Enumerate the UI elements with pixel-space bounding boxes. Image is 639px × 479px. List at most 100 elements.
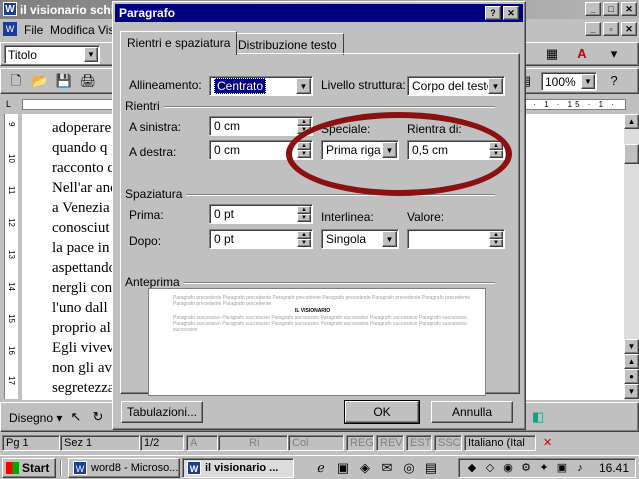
status-at: A xyxy=(186,435,218,451)
word-app-icon[interactable]: W xyxy=(3,2,17,16)
font-color-icon[interactable]: ▾ xyxy=(605,45,623,63)
status-est[interactable]: EST xyxy=(406,435,432,451)
next-page-icon[interactable]: ▼ xyxy=(624,384,639,399)
highlight-icon[interactable]: A xyxy=(573,45,591,63)
spin-down-icon[interactable]: ▼ xyxy=(297,239,311,247)
outlook-icon[interactable]: ✉ xyxy=(378,459,396,477)
document-icon[interactable]: W xyxy=(3,22,17,36)
spin-up-icon[interactable]: ▲ xyxy=(489,142,503,150)
print-icon[interactable]: 🖨 xyxy=(79,72,97,90)
scroll-up-icon[interactable]: ▲ xyxy=(624,114,639,129)
drawing-menu-button[interactable]: Disegno ▾ xyxy=(9,411,62,425)
vruler-mark: 17 xyxy=(7,376,16,385)
spin-up-icon[interactable]: ▲ xyxy=(297,206,311,214)
minimize-icon[interactable]: _ xyxy=(585,2,601,16)
start-button[interactable]: Start xyxy=(2,458,56,478)
zoom-combo[interactable]: 100% ▼ xyxy=(541,72,597,91)
new-doc-icon[interactable]: 🗋 xyxy=(7,72,25,90)
task-visionario[interactable]: Wil visionario ... xyxy=(182,458,294,478)
tab-selector-icon[interactable]: L xyxy=(6,99,18,111)
vertical-scrollbar[interactable]: ▲ ▼ ▲ ● ▼ xyxy=(624,114,639,400)
menu-modifica[interactable]: Modifica xyxy=(50,23,95,37)
tray-icon[interactable]: ◉ xyxy=(499,459,517,477)
allineamento-select[interactable]: Centrato ▼ xyxy=(209,76,313,96)
chevron-down-icon[interactable]: ▼ xyxy=(296,78,311,94)
tab-distribuzione-testo[interactable]: Distribuzione testo xyxy=(231,33,344,55)
speciale-label: Speciale: xyxy=(321,122,371,136)
chevron-down-icon[interactable]: ▼ xyxy=(382,231,397,247)
close-icon[interactable]: ✕ xyxy=(503,6,519,20)
status-section: Sez 1 xyxy=(60,435,140,451)
menu-file[interactable]: File xyxy=(24,23,43,37)
valore-input[interactable]: ▲ ▼ xyxy=(407,229,505,249)
allineamento-label: Allineamento: xyxy=(129,78,202,92)
spin-down-icon[interactable]: ▼ xyxy=(489,150,503,158)
spelling-status-icon[interactable]: ✕ xyxy=(540,435,566,451)
destra-label: A destra: xyxy=(129,145,177,159)
volume-icon[interactable]: ♪ xyxy=(571,459,589,477)
dialog-title-bar[interactable]: Paragrafo ? ✕ xyxy=(115,4,523,22)
spin-up-icon[interactable]: ▲ xyxy=(297,142,311,150)
tray-icon[interactable]: ⚙ xyxy=(517,459,535,477)
spin-down-icon[interactable]: ▼ xyxy=(297,214,311,222)
ok-button[interactable]: OK xyxy=(344,400,420,424)
task-word8[interactable]: Wword8 - Microso... xyxy=(68,458,180,478)
doc-restore-icon[interactable]: ▫ xyxy=(603,22,619,36)
close-icon[interactable]: ✕ xyxy=(621,2,637,16)
prima-input[interactable]: 0 pt ▲ ▼ xyxy=(209,204,313,224)
spin-up-icon[interactable]: ▲ xyxy=(489,231,503,239)
maximize-icon[interactable]: □ xyxy=(603,2,619,16)
quicklaunch-icon[interactable]: ◎ xyxy=(400,459,418,477)
chevron-down-icon[interactable]: ▼ xyxy=(488,78,503,94)
spin-up-icon[interactable]: ▲ xyxy=(297,231,311,239)
status-language[interactable]: Italiano (Ital xyxy=(464,435,536,451)
speciale-select[interactable]: Prima riga ▼ xyxy=(321,140,399,160)
3d-icon[interactable]: ◧ xyxy=(529,408,547,426)
chevron-down-icon[interactable]: ▼ xyxy=(84,47,98,62)
chevron-down-icon[interactable]: ▼ xyxy=(382,142,397,158)
desktop-icon[interactable]: ▣ xyxy=(334,459,352,477)
select-objects-icon[interactable]: ↖ xyxy=(67,408,85,426)
status-ssc[interactable]: SSC xyxy=(434,435,462,451)
spin-up-icon[interactable]: ▲ xyxy=(297,118,311,126)
select-browse-icon[interactable]: ● xyxy=(624,369,639,384)
scroll-thumb[interactable] xyxy=(624,144,639,164)
help-icon[interactable]: ? xyxy=(485,6,501,20)
status-reg[interactable]: REG xyxy=(346,435,374,451)
livello-select[interactable]: Corpo del testo ▼ xyxy=(407,76,505,96)
doc-minimize-icon[interactable]: _ xyxy=(585,22,601,36)
annulla-button[interactable]: Annulla xyxy=(431,401,513,423)
open-icon[interactable]: 📂 xyxy=(31,72,49,90)
style-combo[interactable]: Titolo ▼ xyxy=(4,45,100,64)
prima-value: 0 pt xyxy=(214,207,235,221)
chevron-down-icon[interactable]: ▼ xyxy=(581,74,595,89)
help-icon[interactable]: ? xyxy=(605,72,623,90)
status-rev[interactable]: REV xyxy=(376,435,404,451)
scroll-down-icon[interactable]: ▼ xyxy=(624,339,639,354)
ie-icon[interactable]: ℯ xyxy=(312,459,330,477)
tray-icon[interactable]: ◇ xyxy=(481,459,499,477)
spin-down-icon[interactable]: ▼ xyxy=(297,126,311,134)
borders-icon[interactable]: ▦ xyxy=(543,45,561,63)
channels-icon[interactable]: ◈ xyxy=(356,459,374,477)
quicklaunch-icon[interactable]: ▤ xyxy=(422,459,440,477)
doc-close-icon[interactable]: ✕ xyxy=(621,22,637,36)
prev-page-icon[interactable]: ▲ xyxy=(624,354,639,369)
interlinea-select[interactable]: Singola ▼ xyxy=(321,229,399,249)
tray-icon[interactable]: ◆ xyxy=(463,459,481,477)
tabulazioni-label: Tabulazioni... xyxy=(126,405,198,419)
destra-input[interactable]: 0 cm ▲ ▼ xyxy=(209,140,313,160)
spin-down-icon[interactable]: ▼ xyxy=(297,150,311,158)
sinistra-input[interactable]: 0 cm ▲ ▼ xyxy=(209,116,313,136)
tab-rientri-spaziatura[interactable]: Rientri e spaziatura xyxy=(120,31,238,55)
rientra-di-input[interactable]: 0,5 cm ▲ ▼ xyxy=(407,140,505,160)
tray-icon[interactable]: ✦ xyxy=(535,459,553,477)
save-icon[interactable]: 💾 xyxy=(55,72,73,90)
spin-down-icon[interactable]: ▼ xyxy=(489,239,503,247)
vruler-mark: 13 xyxy=(7,250,16,259)
free-rotate-icon[interactable]: ↻ xyxy=(89,408,107,426)
dopo-input[interactable]: 0 pt ▲ ▼ xyxy=(209,229,313,249)
tabulazioni-button[interactable]: Tabulazioni... xyxy=(121,401,203,423)
clock[interactable]: 16.41 xyxy=(599,461,629,475)
tray-icon[interactable]: ▣ xyxy=(553,459,571,477)
